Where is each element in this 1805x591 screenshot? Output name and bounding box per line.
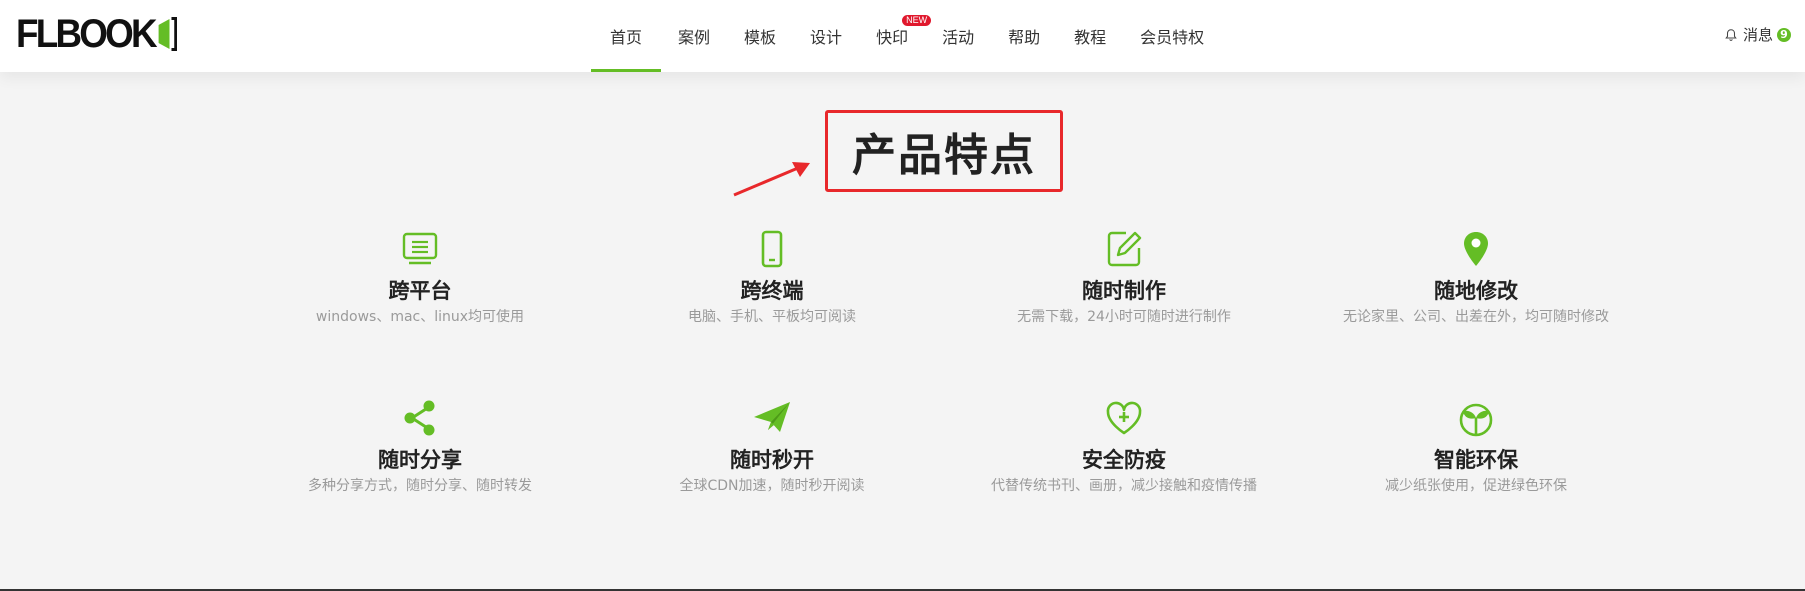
nav-item-help[interactable]: 帮助 <box>991 0 1057 72</box>
feature-instant-open: 随时秒开 全球CDN加速，随时秒开阅读 <box>612 398 932 495</box>
nav-item-quick-print[interactable]: 快印 NEW <box>859 0 932 72</box>
feature-share-anytime: 随时分享 多种分享方式，随时分享、随时转发 <box>260 398 580 495</box>
feature-title: 随时制作 <box>1082 279 1166 303</box>
messages-count-badge: 9 <box>1777 27 1791 42</box>
feature-desc: 减少纸张使用，促进绿色环保 <box>1385 478 1567 494</box>
feature-edit-anywhere: 随地修改 无论家里、公司、出差在外，均可随时修改 <box>1316 229 1636 326</box>
logo[interactable]: FLBOOK <box>16 11 179 56</box>
feature-cross-platform: 跨平台 windows、mac、linux均可使用 <box>260 229 580 326</box>
nav-item-activities[interactable]: 活动 <box>925 0 991 72</box>
section-title-box: 产品特点 <box>825 110 1063 192</box>
paper-plane-icon <box>754 402 790 432</box>
feature-title: 安全防疫 <box>1082 448 1166 472</box>
feature-desc: 电脑、手机、平板均可阅读 <box>688 309 856 325</box>
nav-item-membership[interactable]: 会员特权 <box>1123 0 1221 72</box>
messages-button[interactable]: 消息 9 <box>1724 24 1791 45</box>
phone-icon <box>761 230 783 268</box>
top-header: FLBOOK 首页 案例 模板 设计 快印 NEW 活动 帮助 教程 会员特权 … <box>0 0 1805 72</box>
bell-icon <box>1725 28 1737 41</box>
monitor-icon <box>402 232 438 265</box>
feature-desc: windows、mac、linux均可使用 <box>315 309 525 325</box>
logo-text: FLBOOK <box>16 11 158 56</box>
messages-label: 消息 <box>1742 26 1773 44</box>
feature-title: 智能环保 <box>1434 448 1518 472</box>
feature-eco-friendly: 智能环保 减少纸张使用，促进绿色环保 <box>1316 398 1636 495</box>
edit-icon <box>1107 231 1142 267</box>
nav-item-tutorials[interactable]: 教程 <box>1057 0 1123 72</box>
feature-safe-epidemic: 安全防疫 代替传统书刊、画册，减少接触和疫情传播 <box>964 398 1284 495</box>
annotation-arrow-icon <box>733 162 810 197</box>
feature-title: 随时分享 <box>378 448 462 472</box>
feature-title: 跨平台 <box>388 279 452 303</box>
nav-item-home[interactable]: 首页 <box>591 0 662 72</box>
section-title: 产品特点 <box>852 130 1036 181</box>
nav-item-design[interactable]: 设计 <box>793 0 859 72</box>
nav-item-templates[interactable]: 模板 <box>727 0 793 72</box>
feature-cross-device: 跨终端 电脑、手机、平板均可阅读 <box>612 229 932 326</box>
main-nav: 首页 案例 模板 设计 快印 NEW 活动 帮助 教程 会员特权 <box>591 0 1221 72</box>
logo-mark-icon <box>158 17 178 51</box>
heart-plus-icon <box>1106 401 1142 435</box>
feature-desc: 无需下载，24小时可随时进行制作 <box>1017 309 1231 325</box>
share-icon <box>404 400 435 436</box>
feature-desc: 多种分享方式，随时分享、随时转发 <box>308 478 532 494</box>
feature-title: 随地修改 <box>1434 279 1518 303</box>
sprout-icon <box>1459 403 1493 437</box>
feature-desc: 全球CDN加速，随时秒开阅读 <box>679 478 865 494</box>
feature-desc: 代替传统书刊、画册，减少接触和疫情传播 <box>991 478 1257 494</box>
location-icon <box>1464 232 1488 266</box>
nav-item-cases[interactable]: 案例 <box>661 0 727 72</box>
feature-create-anytime: 随时制作 无需下载，24小时可随时进行制作 <box>964 229 1284 326</box>
feature-desc: 无论家里、公司、出差在外，均可随时修改 <box>1343 309 1609 325</box>
feature-title: 随时秒开 <box>730 448 814 472</box>
feature-title: 跨终端 <box>740 279 804 303</box>
